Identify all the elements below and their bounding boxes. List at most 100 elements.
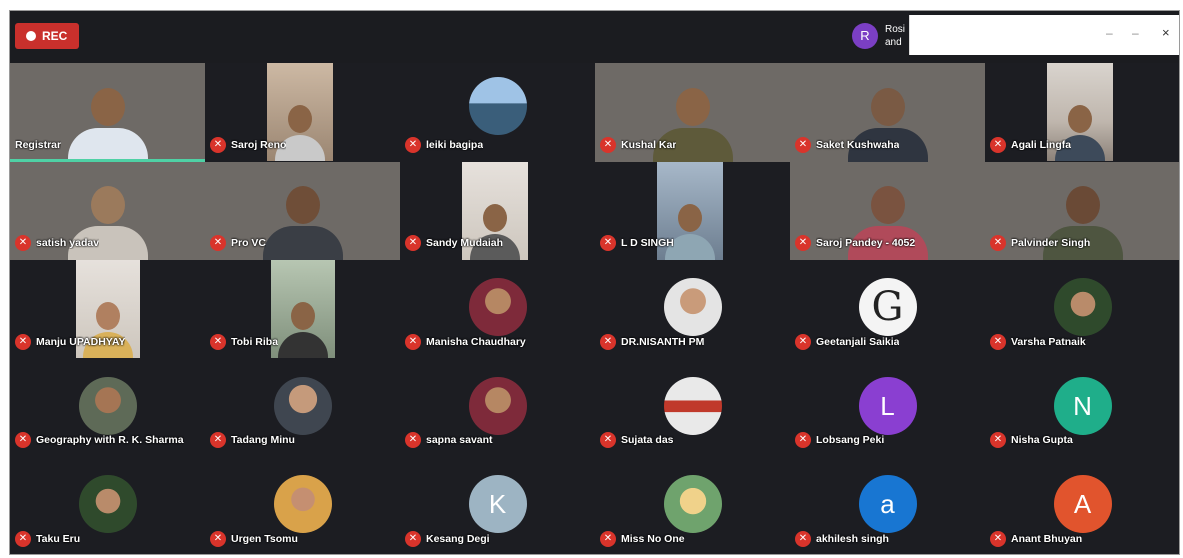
participant-tile[interactable]: ✕ Saroj Reno (205, 63, 400, 162)
participant-photo (663, 278, 722, 337)
participant-tile[interactable]: ✕ sapna savant (400, 358, 595, 458)
participant-gallery: Registrar ✕ Saroj Reno ✕ leiki bagipa ✕ Kus… (10, 63, 1179, 554)
mic-muted-icon: ✕ (405, 333, 421, 350)
participant-name: Geography with R. K. Sharma (36, 434, 184, 447)
recording-indicator[interactable]: REC (15, 23, 79, 49)
participant-name: Taku Eru (36, 532, 81, 545)
participant-avatar: a (858, 475, 917, 534)
participant-tile[interactable]: ✕ Sandy Mudaiah (400, 161, 595, 261)
restore-button[interactable]: – (1132, 25, 1139, 41)
participant-tile[interactable]: ✕ Saroj Pandey - 4052 (790, 161, 985, 261)
participant-photo (468, 376, 527, 435)
participant-avatar: A (1053, 475, 1112, 534)
participant-photo (78, 475, 137, 534)
participant-avatar: K (468, 475, 527, 534)
participant-name: Sandy Mudaiah (426, 237, 504, 250)
participant-tile[interactable]: A ✕ Anant Bhuyan (985, 457, 1179, 554)
participant-name: Tobi Riba (231, 335, 279, 348)
participant-video (262, 186, 343, 261)
participant-name: Lobsang Peki (816, 434, 885, 447)
participant-tile[interactable]: ✕ Manju UPADHYAY (10, 260, 205, 359)
participant-name: Urgen Tsomu (231, 532, 298, 545)
mic-muted-icon: ✕ (795, 136, 811, 153)
participant-tile[interactable]: ✕ DR.NISANTH PM (595, 260, 790, 359)
participant-avatar: L (858, 376, 917, 435)
participant-tile[interactable]: Registrar (10, 63, 205, 162)
participant-name: Kesang Degi (426, 532, 490, 545)
mic-muted-icon: ✕ (15, 235, 31, 252)
participant-name: DR.NISANTH PM (621, 335, 705, 348)
participant-name: akhilesh singh (816, 532, 889, 545)
active-speaker-avatar: R (852, 23, 878, 49)
mic-muted-icon: ✕ (795, 333, 811, 350)
participant-avatar: N (1053, 376, 1112, 435)
participant-tile[interactable]: ✕ Varsha Patnaik (985, 260, 1179, 359)
participant-tile[interactable]: ✕ Tobi Riba (205, 260, 400, 359)
mic-muted-icon: ✕ (405, 235, 421, 252)
participant-name: Geetanjali Saikia (816, 335, 900, 348)
mic-muted-icon: ✕ (210, 432, 226, 449)
participant-name: Varsha Patnaik (1011, 335, 1086, 348)
participant-tile[interactable]: L ✕ Lobsang Peki (790, 358, 985, 458)
record-dot-icon (26, 31, 36, 41)
mic-muted-icon: ✕ (600, 235, 616, 252)
mic-muted-icon: ✕ (210, 530, 226, 547)
participant-name: sapna savant (426, 434, 493, 447)
participant-tile[interactable]: ✕ Geography with R. K. Sharma (10, 358, 205, 458)
participant-name: Manisha Chaudhary (426, 335, 526, 348)
participant-tile[interactable]: ✕ Kushal Kar (595, 63, 790, 162)
participant-tile[interactable]: K ✕ Kesang Degi (400, 457, 595, 554)
participant-tile[interactable]: ✕ L D SINGH (595, 161, 790, 261)
participant-name: Kushal Kar (621, 138, 677, 151)
mic-muted-icon: ✕ (600, 530, 616, 547)
participant-name: satish yadav (36, 237, 100, 250)
participant-photo (468, 77, 527, 135)
participant-tile[interactable]: ✕ Manisha Chaudhary (400, 260, 595, 359)
mic-muted-icon: ✕ (405, 530, 421, 547)
participant-tile[interactable]: ✕ Saket Kushwaha (790, 63, 985, 162)
participant-tile[interactable]: ✕ Taku Eru (10, 457, 205, 554)
participant-name: Saroj Pandey - 4052 (816, 237, 916, 250)
meeting-top-bar: REC R Rosi and – – × (10, 11, 1179, 63)
participant-tile[interactable]: G ✕ Geetanjali Saikia (790, 260, 985, 359)
participant-tile[interactable]: ✕ leiki bagipa (400, 63, 595, 162)
participant-video (67, 87, 148, 162)
participant-name: Saket Kushwaha (816, 138, 900, 151)
participant-name: leiki bagipa (426, 138, 484, 151)
mic-muted-icon: ✕ (990, 136, 1006, 153)
mic-muted-icon: ✕ (600, 432, 616, 449)
mic-muted-icon: ✕ (795, 530, 811, 547)
participant-name: Miss No One (621, 532, 685, 545)
mic-muted-icon: ✕ (210, 333, 226, 350)
participant-tile[interactable]: ✕ Palvinder Singh (985, 161, 1179, 261)
mic-muted-icon: ✕ (600, 333, 616, 350)
participant-photo (78, 376, 137, 435)
mic-muted-icon: ✕ (210, 235, 226, 252)
participant-name: Registrar (15, 138, 62, 151)
minimize-button[interactable]: – (1106, 25, 1113, 41)
participant-logo: G (858, 278, 917, 337)
mic-muted-icon: ✕ (15, 333, 31, 350)
participant-tile[interactable]: ✕ Agali Lingfa (985, 63, 1179, 162)
participant-tile[interactable]: N ✕ Nisha Gupta (985, 358, 1179, 458)
participant-tile[interactable]: ✕ Urgen Tsomu (205, 457, 400, 554)
participant-name: Manju UPADHYAY (36, 335, 126, 348)
participant-tile[interactable]: ✕ Pro VC (205, 161, 400, 261)
mic-muted-icon: ✕ (990, 530, 1006, 547)
participant-tile[interactable]: a ✕ akhilesh singh (790, 457, 985, 554)
participant-name: Tadang Minu (231, 434, 295, 447)
participant-photo (468, 278, 527, 337)
participant-tile[interactable]: ✕ satish yadav (10, 161, 205, 261)
participant-name: Palvinder Singh (1011, 237, 1091, 250)
rec-label: REC (42, 29, 68, 43)
close-button[interactable]: × (1162, 25, 1170, 41)
meeting-window: REC R Rosi and – – × Registrar ✕ Saroj Re… (9, 10, 1180, 555)
mic-muted-icon: ✕ (15, 530, 31, 547)
participant-name: Pro VC (231, 237, 267, 250)
mic-muted-icon: ✕ (795, 432, 811, 449)
participant-tile[interactable]: ✕ Sujata das (595, 358, 790, 458)
participant-tile[interactable]: ✕ Tadang Minu (205, 358, 400, 458)
mic-muted-icon: ✕ (990, 432, 1006, 449)
participant-tile[interactable]: ✕ Miss No One (595, 457, 790, 554)
participant-name: L D SINGH (621, 237, 674, 250)
